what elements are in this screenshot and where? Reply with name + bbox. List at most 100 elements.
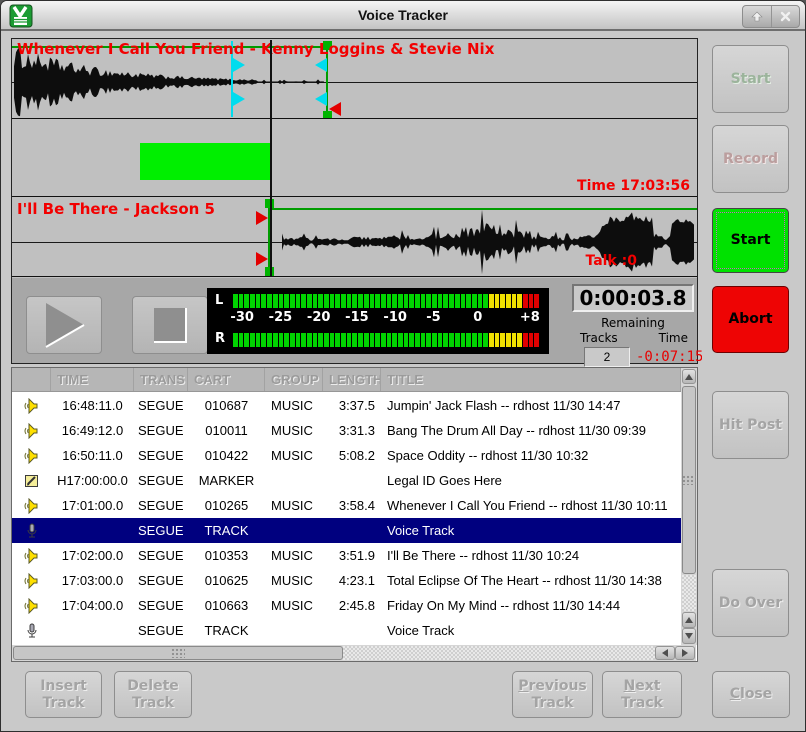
tracks-label: Tracks (580, 331, 618, 345)
speaker-icon (23, 423, 41, 439)
remaining-label: Remaining (564, 316, 702, 330)
scroll-up-button[interactable] (682, 612, 696, 628)
column-header-CART[interactable]: CART (188, 368, 265, 391)
do-over-button[interactable]: Do Over (712, 569, 789, 637)
column-header-TRANS[interactable]: TRANS (134, 368, 188, 391)
meter-segment (387, 333, 392, 347)
cue-handle-icon[interactable] (233, 92, 245, 106)
vertical-scroll-thumb[interactable] (682, 386, 696, 574)
fade-handle-icon[interactable] (315, 92, 327, 106)
log-row[interactable]: 17:02:00.0SEGUE010353MUSIC3:51.9I'll Be … (12, 543, 681, 568)
cell-trans: SEGUE (134, 598, 188, 613)
log-row[interactable]: 17:04:00.0SEGUE010663MUSIC2:45.8Friday O… (12, 593, 681, 618)
cell-title: Friday On My Mind -- rdhost 11/30 14:44 (381, 598, 681, 613)
meter-segment (233, 294, 238, 308)
scroll-left-button[interactable] (655, 646, 675, 660)
log-row[interactable]: 17:03:00.0SEGUE010625MUSIC4:23.1Total Ec… (12, 568, 681, 593)
log-row[interactable]: 16:49:12.0SEGUE010011MUSIC3:31.3Bang The… (12, 418, 681, 443)
log-row-selected[interactable]: SEGUETRACKVoice Track (12, 518, 681, 543)
column-header-icon[interactable] (12, 368, 51, 391)
meter-bar-left (233, 294, 539, 308)
vertical-scrollbar[interactable] (681, 368, 697, 645)
abort-button[interactable]: Abort (712, 286, 789, 353)
meter-left-label: L (215, 293, 223, 308)
cue-handle-icon[interactable] (233, 58, 245, 72)
titlebar[interactable]: Voice Tracker (1, 1, 805, 31)
meter-segment (523, 333, 528, 347)
meter-segment (273, 333, 278, 347)
cell-trans: SEGUE (134, 448, 188, 463)
waveform-strip-track2[interactable]: Time 17:03:56 (12, 120, 697, 197)
record-button[interactable]: Record (712, 125, 789, 193)
meter-segment (517, 294, 522, 308)
waveform-strip-track3[interactable]: I'll Be There - Jackson 5 Talk :0 (12, 198, 697, 277)
meter-segment (387, 294, 392, 308)
log-row[interactable]: SEGUETRACKVoice Track (12, 618, 681, 643)
start-marker-hline (269, 208, 697, 210)
meter-segment (443, 333, 448, 347)
waveform-strip-track1[interactable]: Whenever I Call You Friend - Kenny Loggi… (12, 39, 697, 119)
column-header-TIME[interactable]: TIME (51, 368, 134, 391)
meter-segment (455, 333, 460, 347)
start-handle-icon[interactable] (256, 211, 268, 225)
meter-segment (290, 294, 295, 308)
cell-icon (12, 548, 51, 564)
meter-segment (341, 294, 346, 308)
horizontal-scrollbar[interactable] (12, 645, 696, 661)
play-button[interactable] (26, 296, 102, 354)
start-button[interactable]: Start (712, 208, 789, 273)
scroll-up-button[interactable] (682, 369, 696, 384)
meter-segment (478, 333, 483, 347)
start-handle-icon[interactable] (256, 252, 268, 266)
meter-scale-tick: -15 (345, 310, 369, 325)
cell-cart: 010422 (188, 448, 265, 463)
speaker-icon (23, 598, 41, 614)
log-row[interactable]: 16:50:11.0SEGUE010422MUSIC5:08.2Space Od… (12, 443, 681, 468)
insert-track-button[interactable]: InsertTrack (25, 671, 102, 718)
meter-segment (313, 294, 318, 308)
cell-title: Whenever I Call You Friend -- rdhost 11/… (381, 498, 681, 513)
meter-segment (398, 333, 403, 347)
scroll-track[interactable] (343, 646, 655, 660)
end-handle-icon[interactable] (329, 102, 341, 116)
voice-track-region[interactable] (140, 143, 270, 180)
cell-title: Bang The Drum All Day -- rdhost 11/30 09… (381, 423, 681, 438)
meter-segment (284, 333, 289, 347)
close-button[interactable]: Close (712, 671, 790, 718)
log-row[interactable]: 16:48:11.0SEGUE010687MUSIC3:37.5Jumpin' … (12, 393, 681, 418)
scroll-down-button[interactable] (682, 628, 696, 644)
cell-cart: 010663 (188, 598, 265, 613)
shade-button[interactable] (743, 6, 771, 27)
cell-group: MUSIC (265, 423, 323, 438)
log-row[interactable]: 17:01:00.0SEGUE010265MUSIC3:58.4Whenever… (12, 493, 681, 518)
track1-title: Whenever I Call You Friend - Kenny Loggi… (17, 40, 494, 58)
stop-button[interactable] (132, 296, 208, 354)
meter-segment (375, 333, 380, 347)
fade-handle-icon[interactable] (315, 58, 327, 72)
column-header-LENGTH[interactable]: LENGTH (323, 368, 381, 391)
meter-segment (404, 333, 409, 347)
close-window-button[interactable] (771, 6, 800, 27)
scroll-right-button[interactable] (675, 646, 695, 660)
scroll-track[interactable] (682, 575, 696, 611)
cell-time: 16:49:12.0 (51, 423, 134, 438)
meter-segment (500, 333, 505, 347)
previous-track-button[interactable]: PreviousTrack (512, 671, 593, 718)
log-row[interactable]: H17:00:00.0SEGUEMARKERLegal ID Goes Here (12, 468, 681, 493)
meter-segment (449, 333, 454, 347)
column-header-GROUP[interactable]: GROUP (265, 368, 323, 391)
meter-segment (347, 294, 352, 308)
horizontal-scroll-thumb[interactable] (13, 646, 343, 660)
cell-group: MUSIC (265, 498, 323, 513)
meter-segment (239, 294, 244, 308)
meter-segment (478, 294, 483, 308)
meter-segment (296, 333, 301, 347)
cell-cart: 010353 (188, 548, 265, 563)
start-disabled-button[interactable]: Start (712, 45, 789, 113)
column-header-TITLE[interactable]: TITLE (381, 368, 681, 391)
delete-track-button[interactable]: DeleteTrack (114, 671, 192, 718)
cell-time: 17:02:00.0 (51, 548, 134, 563)
hit-post-button[interactable]: Hit Post (712, 391, 789, 459)
remaining-time-value: -0:07:15.3 (636, 349, 702, 365)
next-track-button[interactable]: NextTrack (602, 671, 682, 718)
